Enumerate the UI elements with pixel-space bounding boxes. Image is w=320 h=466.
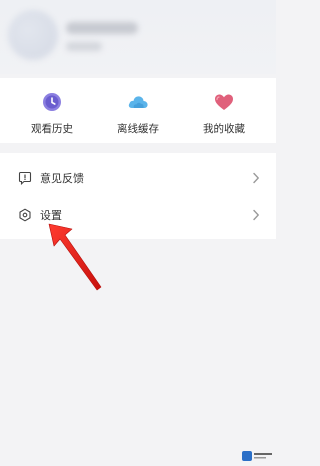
username-blurred (66, 22, 138, 34)
my-favorites-button[interactable]: 我的收藏 (178, 92, 270, 137)
offline-cache-label: 离线缓存 (117, 123, 159, 135)
profile-page: 观看历史 离线缓存 我的收藏 意见反馈 设置 (0, 0, 276, 466)
settings-menu-list: 意见反馈 设置 (0, 153, 276, 239)
profile-header[interactable] (0, 0, 276, 74)
watch-history-label: 观看历史 (31, 123, 73, 135)
clock-icon (43, 93, 61, 111)
watermark-logo (242, 450, 272, 462)
chevron-right-icon (253, 172, 259, 184)
chevron-right-icon (253, 209, 259, 221)
menu-item-feedback[interactable]: 意见反馈 (0, 159, 276, 197)
watermark-logo-text (254, 453, 272, 459)
my-favorites-label: 我的收藏 (203, 123, 245, 135)
quick-actions-bar: 观看历史 离线缓存 我的收藏 (0, 78, 276, 143)
feedback-label: 意见反馈 (40, 172, 84, 185)
settings-gear-icon (19, 208, 31, 222)
cloud-icon (128, 96, 148, 108)
offline-cache-button[interactable]: 离线缓存 (92, 92, 184, 137)
menu-item-settings[interactable]: 设置 (0, 196, 276, 234)
watch-history-button[interactable]: 观看历史 (6, 92, 98, 137)
empty-background-area (0, 245, 276, 466)
settings-label: 设置 (40, 209, 62, 222)
heart-icon (215, 94, 233, 110)
feedback-icon (18, 171, 32, 185)
watermark-logo-mark (242, 451, 252, 461)
avatar[interactable] (8, 10, 58, 60)
user-subtitle-blurred (66, 42, 102, 51)
